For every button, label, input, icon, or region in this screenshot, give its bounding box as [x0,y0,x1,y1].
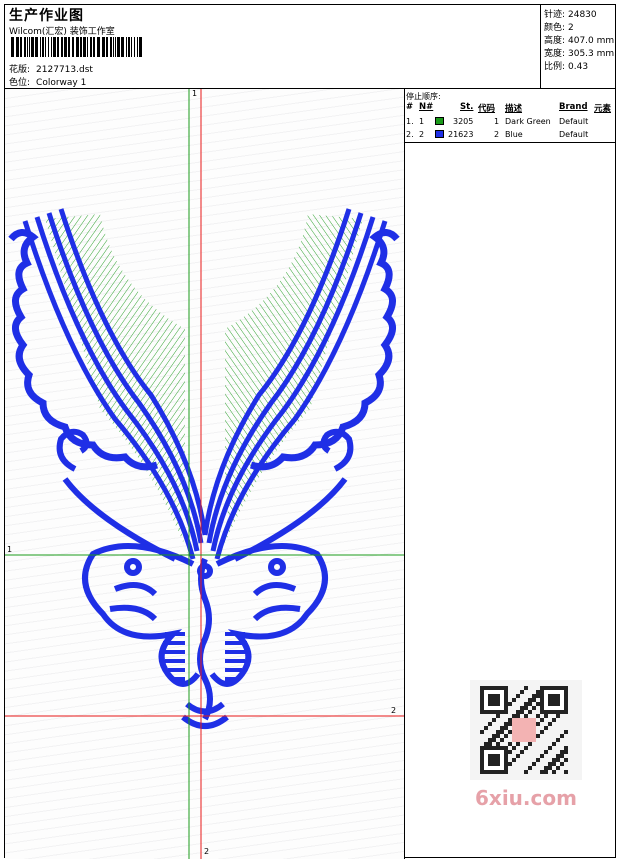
row1-description: Dark Green [505,117,551,126]
stat-scale: 比例: 0.43 [544,62,589,72]
design-file-line: 花版: 2127713.dst [9,62,93,75]
stat-width: 宽度: 305.3 mm [544,49,615,59]
stats-panel: 针迹: 24830 颜色: 2 高度: 407.0 mm 宽度: 305.3 mm 比例… [541,5,615,89]
stat-height: 高度: 407.0 mm [544,36,615,46]
stop-sequence-table: 停止顺序: # N# St. 代码 描述 Brand 元素 1. 1 3205 … [405,89,615,143]
col-description: 描述 [505,104,523,114]
col-element: 元素 [594,104,612,114]
row1-index: 1. [406,117,414,126]
colorway-label: 色位: [9,78,31,88]
stat-stitches: 针迹: 24830 [544,10,597,20]
butterfly-wing-left [82,543,201,687]
stat-colors: 颜色: 2 [544,23,574,33]
row1-brand: Default [559,117,589,126]
axis-label-top: 1 [192,89,198,98]
company-name: Wilcom(汇宏) 装饰工作室 [9,27,115,37]
col-brand: Brand [559,102,588,112]
row1-n: 1 [419,117,425,126]
sheet-title: 生产作业图 [9,8,84,24]
row2-n: 2 [419,130,425,139]
design-file-value: 2127713.dst [36,65,93,75]
row1-color-swatch [435,117,444,125]
row2-brand: Default [559,130,589,139]
design-file-label: 花版: [9,65,31,75]
row2-description: Blue [505,130,523,139]
embroidery-design [5,89,404,859]
row2-index: 2. [406,130,414,139]
axis-label-left: 1 [7,545,13,554]
watermark-text: 6xiu.com [475,786,577,810]
stop-sequence-caption: 停止顺序: [406,92,441,101]
row1-stitches: 3205 [453,117,474,126]
qr-code-image [470,680,582,780]
col-stitches: St. [460,102,474,112]
row2-stitches: 21623 [448,130,474,139]
col-index: # [406,102,414,112]
colorway-value: Colorway 1 [36,78,87,88]
axis-label-bottom: 2 [204,847,210,856]
header-panel: 生产作业图 Wilcom(汇宏) 装饰工作室 花版: 2127713.dst 色位… [5,5,541,89]
col-code: 代码 [478,104,496,114]
row1-code: 1 [494,117,500,126]
row2-color-swatch [435,130,444,138]
col-n: N# [419,102,434,112]
axis-label-right: 2 [391,706,397,715]
design-canvas: 1 2 1 2 [5,89,405,859]
butterfly-wing-right [209,543,328,687]
barcode-image [11,37,142,57]
row2-code: 2 [494,130,500,139]
butterfly-body [181,557,229,729]
colorway-line: 色位: Colorway 1 [9,75,86,88]
